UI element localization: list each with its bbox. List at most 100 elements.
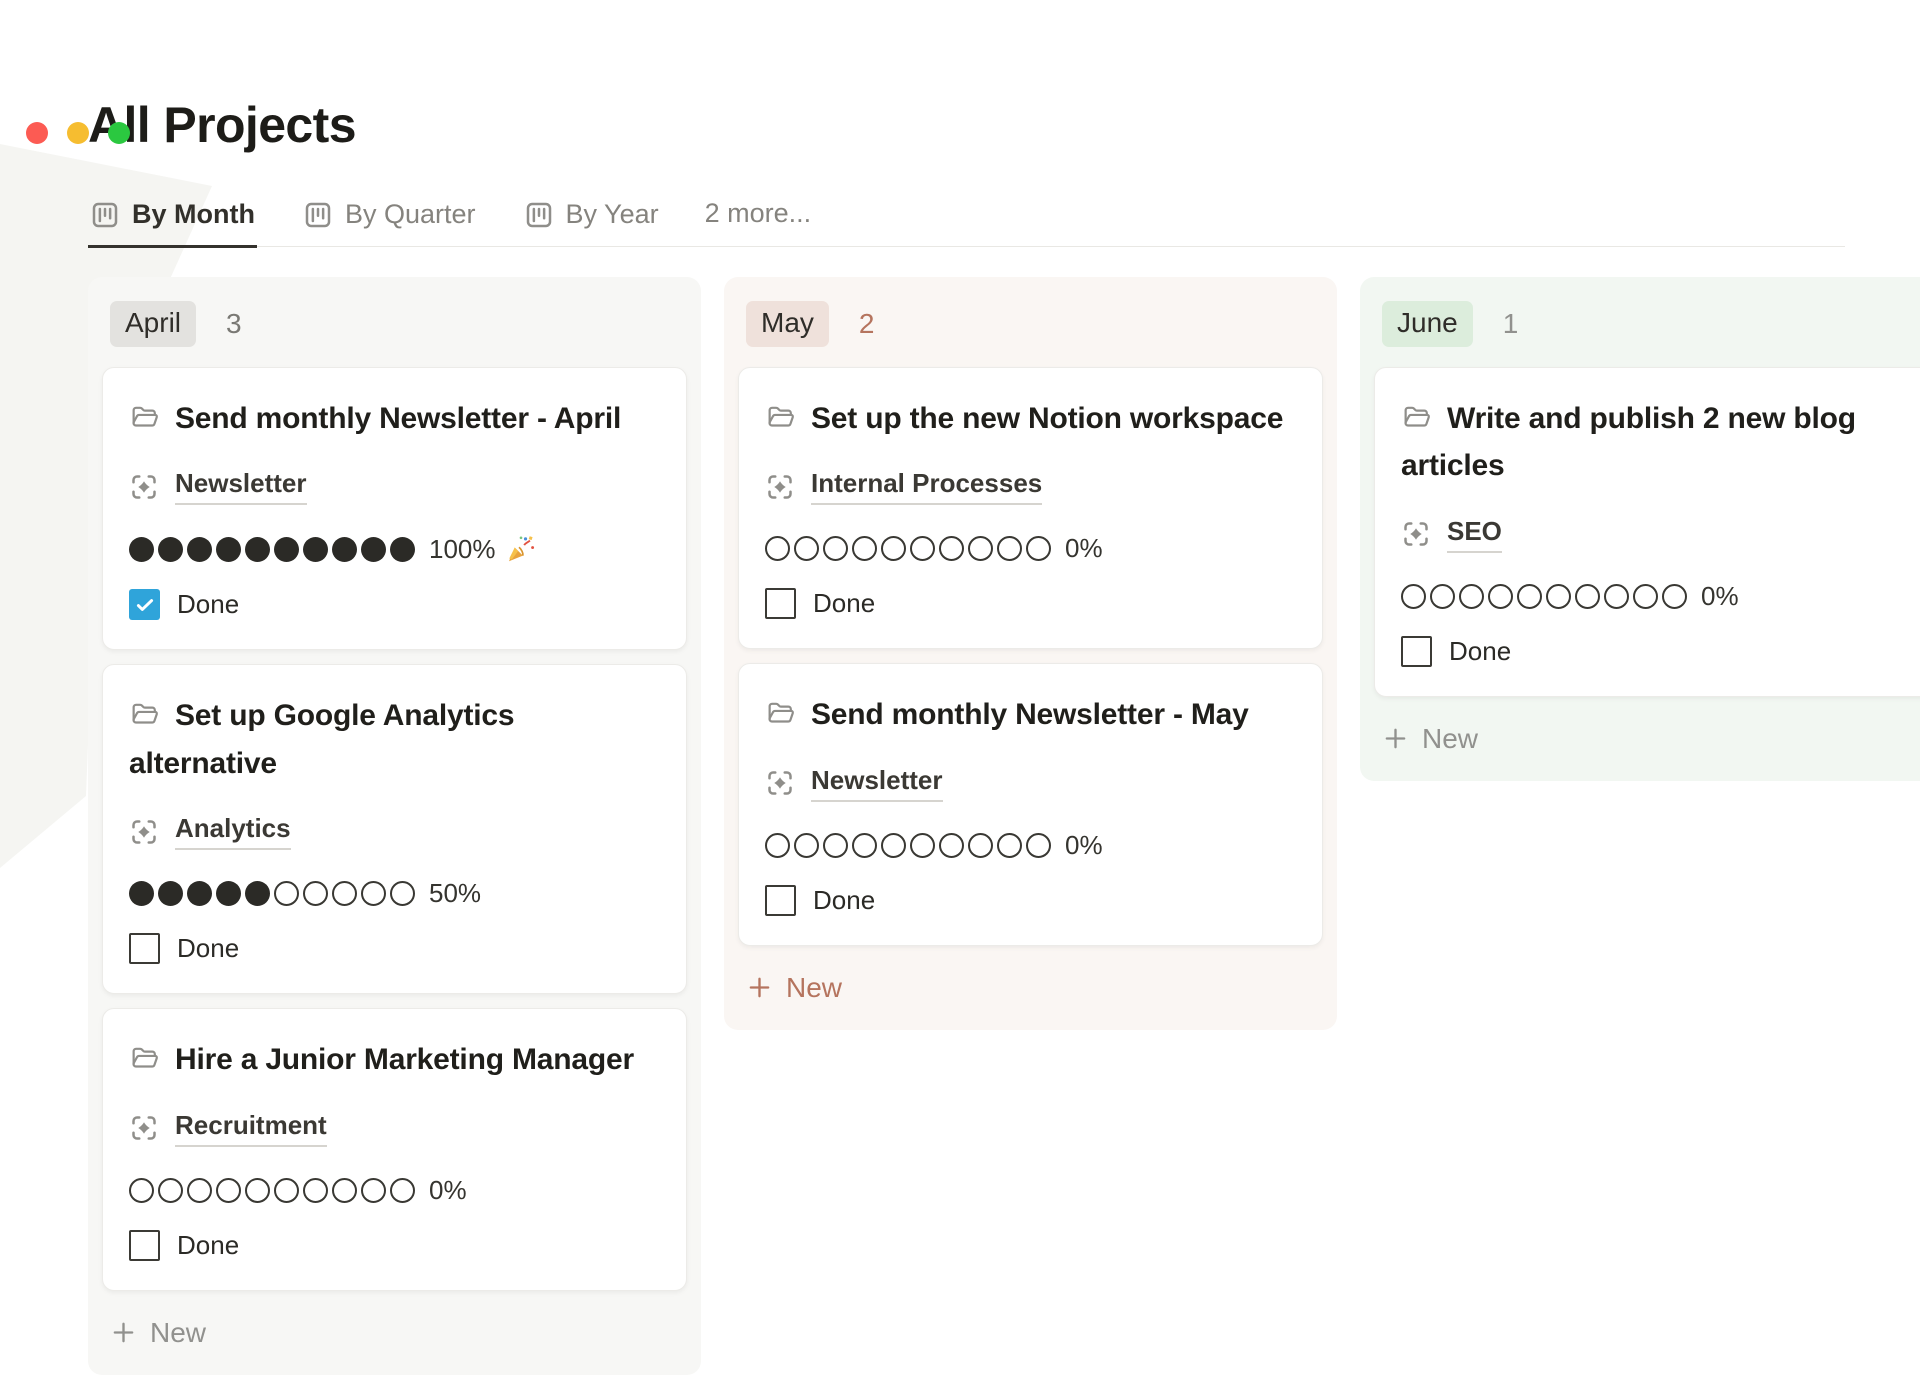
done-label: Done [813, 588, 875, 619]
window-controls [26, 122, 130, 144]
progress-dot-filled [216, 537, 241, 562]
close-button[interactable] [26, 122, 48, 144]
more-views-button[interactable]: 2 more... [705, 192, 812, 246]
card-count: 2 [859, 308, 875, 340]
progress-dot-filled [158, 881, 183, 906]
card-title-text: Set up the new Notion workspace [811, 402, 1283, 435]
progress-dot-empty [910, 536, 935, 561]
card-title: Set up the new Notion workspace [765, 395, 1296, 442]
relation-icon [1401, 519, 1431, 549]
progress-dot-filled [390, 537, 415, 562]
done-row: Done [129, 1230, 660, 1261]
new-card-button[interactable]: New [102, 1305, 214, 1361]
progress-dot-empty [361, 1178, 386, 1203]
progress-dot-empty [1488, 584, 1513, 609]
project-tag-row: Analytics [129, 813, 660, 850]
kanban-board: April3Send monthly Newsletter - AprilNew… [88, 277, 1920, 1375]
project-card[interactable]: Set up Google Analytics alternativeAnaly… [102, 664, 687, 994]
progress-dot-filled [332, 537, 357, 562]
new-card-button[interactable]: New [1374, 711, 1486, 767]
relation-icon [129, 817, 159, 847]
done-checkbox[interactable] [1401, 636, 1432, 667]
project-card[interactable]: Write and publish 2 new blog articles SEO… [1374, 367, 1920, 697]
card-title-text: Hire a Junior Marketing Manager [175, 1043, 634, 1076]
progress-dot-empty [939, 833, 964, 858]
done-row: Done [765, 885, 1296, 916]
project-tag-row: Newsletter [129, 468, 660, 505]
progress-dot-empty [303, 1178, 328, 1203]
progress-dot-empty [794, 536, 819, 561]
progress-dot-empty [158, 1178, 183, 1203]
column-april: April3Send monthly Newsletter - AprilNew… [88, 277, 701, 1375]
progress-dot-empty [303, 881, 328, 906]
plus-icon [1382, 725, 1409, 752]
progress-dot-empty [390, 881, 415, 906]
month-badge: May [746, 301, 829, 347]
project-tag[interactable]: Newsletter [811, 765, 943, 802]
project-tag-row: Newsletter [765, 765, 1296, 802]
tab-by-year[interactable]: By Year [522, 193, 661, 248]
progress-dot-empty [1546, 584, 1571, 609]
project-card[interactable]: Send monthly Newsletter - MayNewsletter0… [738, 663, 1323, 945]
progress-dot-empty [1662, 584, 1687, 609]
progress-dots: 100% [129, 533, 660, 565]
done-label: Done [177, 933, 239, 964]
new-card-button[interactable]: New [738, 960, 850, 1016]
progress-dot-empty [216, 1178, 241, 1203]
done-checkbox[interactable] [765, 885, 796, 916]
progress-dot-filled [216, 881, 241, 906]
party-popper-icon [505, 533, 537, 565]
done-checkbox[interactable] [129, 1230, 160, 1261]
tab-label: By Quarter [345, 199, 476, 230]
progress-dot-empty [129, 1178, 154, 1203]
project-card[interactable]: Hire a Junior Marketing Manager Recruitme… [102, 1008, 687, 1290]
card-title: Send monthly Newsletter - April [129, 395, 660, 442]
board-icon [524, 200, 554, 230]
tab-by-month[interactable]: By Month [88, 193, 257, 248]
card-title-text: Write and publish 2 new blog articles [1401, 402, 1856, 482]
progress-dot-empty [1575, 584, 1600, 609]
done-checkbox[interactable] [129, 589, 160, 620]
folder-icon [129, 402, 160, 433]
progress-percent: 0% [1065, 830, 1103, 861]
progress-dot-filled [187, 537, 212, 562]
done-label: Done [177, 1230, 239, 1261]
project-tag[interactable]: SEO [1447, 516, 1502, 553]
progress-dots: 0% [765, 533, 1296, 564]
progress-dot-empty [997, 536, 1022, 561]
done-checkbox[interactable] [129, 933, 160, 964]
progress-dot-empty [361, 881, 386, 906]
maximize-button[interactable] [108, 122, 130, 144]
progress-dot-empty [852, 833, 877, 858]
new-button-label: New [786, 972, 842, 1004]
progress-dot-filled [245, 881, 270, 906]
progress-dots: 0% [1401, 581, 1920, 612]
done-checkbox[interactable] [765, 588, 796, 619]
project-tag-row: SEO [1401, 516, 1920, 553]
folder-icon [765, 402, 796, 433]
month-badge: June [1382, 301, 1473, 347]
progress-dot-empty [765, 536, 790, 561]
card-title-text: Send monthly Newsletter - April [175, 402, 621, 435]
progress-dot-empty [852, 536, 877, 561]
done-row: Done [765, 588, 1296, 619]
project-card[interactable]: Send monthly Newsletter - April Newslette… [102, 367, 687, 650]
project-tag[interactable]: Newsletter [175, 468, 307, 505]
progress-dot-empty [939, 536, 964, 561]
project-tag[interactable]: Internal Processes [811, 468, 1042, 505]
board-icon [90, 200, 120, 230]
folder-icon [765, 698, 796, 729]
progress-percent: 0% [1065, 533, 1103, 564]
done-row: Done [129, 933, 660, 964]
progress-dot-filled [303, 537, 328, 562]
progress-dot-empty [765, 833, 790, 858]
progress-dot-empty [1633, 584, 1658, 609]
progress-dot-empty [332, 881, 357, 906]
minimize-button[interactable] [67, 122, 89, 144]
progress-dot-empty [274, 1178, 299, 1203]
board-icon [303, 200, 333, 230]
project-tag[interactable]: Analytics [175, 813, 291, 850]
tab-by-quarter[interactable]: By Quarter [301, 193, 478, 248]
project-tag[interactable]: Recruitment [175, 1110, 327, 1147]
project-card[interactable]: Set up the new Notion workspace Internal … [738, 367, 1323, 649]
